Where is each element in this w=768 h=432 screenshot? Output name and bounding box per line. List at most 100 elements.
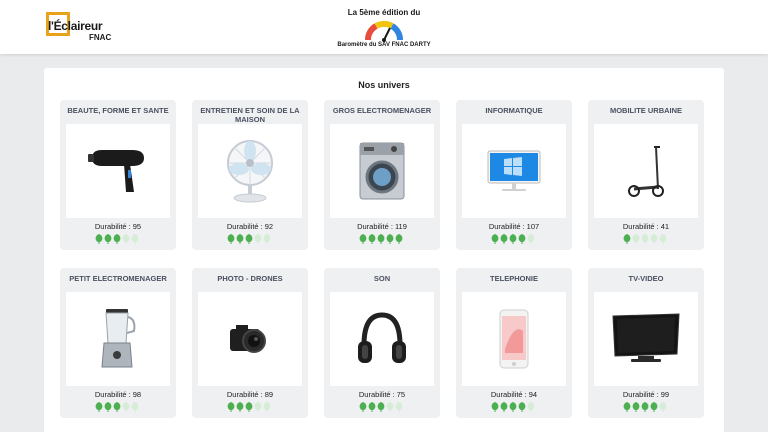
leaf-icon <box>659 234 667 244</box>
site-header: l'Éclaireur FNAC La 5ème édition du Baro… <box>0 0 768 54</box>
universe-card[interactable]: GROS ELECTROMENAGER Durabilité :119 <box>324 100 440 250</box>
leaf-rating <box>491 402 535 412</box>
smartphone-icon[interactable] <box>462 292 566 386</box>
leaf-icon <box>386 234 394 244</box>
card-title: PETIT ELECTROMENAGER <box>69 274 167 283</box>
durability-value: 107 <box>526 222 540 231</box>
leaf-icon <box>509 234 517 244</box>
logo-subtitle: FNAC <box>89 33 112 42</box>
gauge-icon <box>364 20 404 42</box>
leaf-icon <box>650 234 658 244</box>
leaf-icon <box>122 402 130 412</box>
eclaireur-logo[interactable]: l'Éclaireur FNAC <box>46 12 116 44</box>
card-title: MOBILITE URBAINE <box>609 106 683 115</box>
leaf-icon <box>263 234 271 244</box>
leaf-rating <box>359 402 403 412</box>
durability-value: 94 <box>528 390 538 399</box>
durability-value: 119 <box>394 222 407 231</box>
camera-icon[interactable] <box>198 292 302 386</box>
durability-value: 95 <box>132 222 142 231</box>
durability-score: Durabilité :92 <box>192 222 308 231</box>
universe-card[interactable]: TELEPHONIE Durabilité :94 <box>456 268 572 418</box>
durability-value: 41 <box>660 222 670 231</box>
universe-card[interactable]: BEAUTE, FORME ET SANTE Durabilité :95 <box>60 100 176 250</box>
television-icon[interactable] <box>594 292 698 386</box>
leaf-icon <box>368 402 376 412</box>
durability-score: Durabilité :94 <box>456 390 572 399</box>
durability-score: Durabilité :99 <box>588 390 704 399</box>
leaf-icon <box>518 234 526 244</box>
leaf-icon <box>632 234 640 244</box>
leaf-icon <box>500 234 508 244</box>
durability-score: Durabilité :41 <box>588 222 704 231</box>
universe-card[interactable]: PETIT ELECTROMENAGER Durabilité :98 <box>60 268 176 418</box>
durability-score: Durabilité :95 <box>60 222 176 231</box>
leaf-icon <box>632 402 640 412</box>
card-title: TELEPHONIE <box>490 274 538 283</box>
desktop-computer-icon[interactable] <box>462 124 566 218</box>
durability-value: 92 <box>264 222 274 231</box>
durability-score: Durabilité :107 <box>456 222 572 231</box>
durability-label: Durabilité : <box>357 222 393 231</box>
universe-card[interactable]: ENTRETIEN ET SOIN DE LA MAISON Durabilité… <box>192 100 308 250</box>
card-title: PHOTO - DRONES <box>217 274 283 283</box>
card-title: TV-VIDEO <box>628 274 664 283</box>
barometer-title: Baromètre du SAV FNAC DARTY <box>337 42 431 48</box>
durability-label: Durabilité : <box>490 390 527 399</box>
leaf-icon <box>641 402 649 412</box>
leaf-icon <box>623 402 631 412</box>
durability-value: 98 <box>132 390 142 399</box>
leaf-rating <box>227 234 271 244</box>
leaf-icon <box>236 402 244 412</box>
leaf-icon <box>359 234 367 244</box>
leaf-icon <box>509 402 517 412</box>
leaf-icon <box>122 234 130 244</box>
blender-icon[interactable] <box>66 292 170 386</box>
durability-score: Durabilité :89 <box>192 390 308 399</box>
leaf-icon <box>95 402 103 412</box>
leaf-rating <box>491 234 535 244</box>
leaf-icon <box>104 234 112 244</box>
leaf-icon <box>377 234 385 244</box>
leaf-icon <box>131 402 139 412</box>
leaf-icon <box>227 234 235 244</box>
headphones-icon[interactable] <box>330 292 434 386</box>
leaf-icon <box>623 234 631 244</box>
universe-card[interactable]: SON Durabilité :75 <box>324 268 440 418</box>
durability-label: Durabilité : <box>226 390 263 399</box>
card-title: BEAUTE, FORME ET SANTE <box>67 106 169 115</box>
leaf-rating <box>623 402 667 412</box>
leaf-icon <box>500 402 508 412</box>
leaf-icon <box>491 402 499 412</box>
card-title: GROS ELECTROMENAGER <box>332 106 432 115</box>
leaf-icon <box>263 402 271 412</box>
leaf-rating <box>227 402 271 412</box>
leaf-icon <box>650 402 658 412</box>
leaf-rating <box>95 234 139 244</box>
leaf-icon <box>236 234 244 244</box>
leaf-rating <box>623 234 667 244</box>
durability-label: Durabilité : <box>94 390 131 399</box>
durability-value: 89 <box>264 390 274 399</box>
leaf-icon <box>659 402 667 412</box>
leaf-icon <box>245 402 253 412</box>
universe-card[interactable]: INFORMATIQUE Durabilité :107 <box>456 100 572 250</box>
durability-score: Durabilité :119 <box>324 222 440 231</box>
universe-card[interactable]: TV-VIDEO Durabilité :99 <box>588 268 704 418</box>
fan-icon[interactable] <box>198 124 302 218</box>
leaf-icon <box>491 234 499 244</box>
hair-dryer-icon[interactable] <box>66 124 170 218</box>
leaf-icon <box>113 402 121 412</box>
leaf-icon <box>395 402 403 412</box>
barometer-badge[interactable]: La 5ème édition du Baromètre du SAV FNAC… <box>334 4 434 52</box>
leaf-icon <box>359 402 367 412</box>
leaf-icon <box>104 402 112 412</box>
leaf-icon <box>113 234 121 244</box>
leaf-icon <box>395 234 403 244</box>
washing-machine-icon[interactable] <box>330 124 434 218</box>
leaf-icon <box>368 234 376 244</box>
barometer-edition: La 5ème édition du <box>347 8 421 17</box>
universe-card[interactable]: MOBILITE URBAINE Durabilité :41 <box>588 100 704 250</box>
universe-card[interactable]: PHOTO - DRONES Durabilité :89 <box>192 268 308 418</box>
scooter-icon[interactable] <box>594 124 698 218</box>
